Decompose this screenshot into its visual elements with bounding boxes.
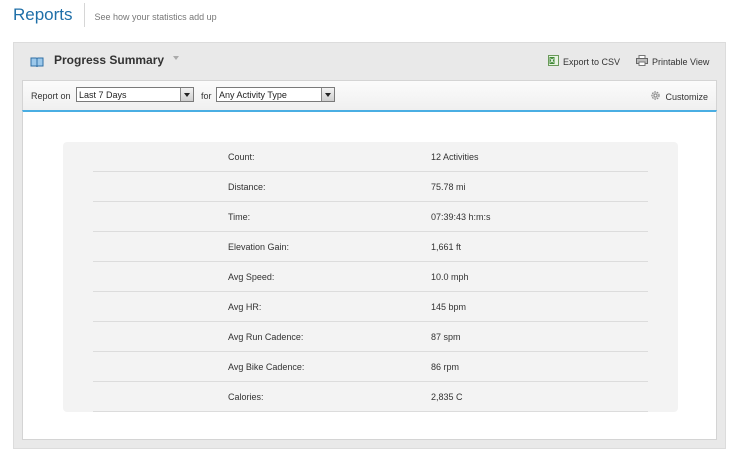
printer-icon <box>636 55 648 68</box>
stat-value: 87 spm <box>431 332 461 342</box>
book-icon <box>30 55 44 68</box>
stat-label: Avg Run Cadence: <box>228 332 304 342</box>
activity-type-value: Any Activity Type <box>219 90 287 100</box>
panel-header: Progress Summary Export to CSV Printable… <box>14 43 725 80</box>
stat-label: Avg HR: <box>228 302 262 312</box>
stat-label: Time: <box>228 212 251 222</box>
excel-icon <box>548 55 559 68</box>
stat-row: Avg HR: 145 bpm <box>93 292 648 322</box>
printable-view-link[interactable]: Printable View <box>636 55 709 68</box>
stats-table: Count: 12 Activities Distance: 75.78 mi … <box>63 142 678 412</box>
stat-row: Distance: 75.78 mi <box>93 172 648 202</box>
stat-value: 1,661 ft <box>431 242 462 252</box>
stat-row: Avg Run Cadence: 87 spm <box>93 322 648 352</box>
customize-button[interactable]: Customize <box>650 90 708 103</box>
stat-value: 75.78 mi <box>431 182 466 192</box>
chevron-down-icon[interactable] <box>173 56 179 60</box>
activity-type-select[interactable]: Any Activity Type <box>216 87 335 102</box>
stat-label: Calories: <box>228 392 264 402</box>
dropdown-arrow-icon[interactable] <box>321 88 334 101</box>
stat-value: 2,835 C <box>431 392 463 402</box>
customize-label: Customize <box>665 91 708 102</box>
stat-value: 07:39:43 h:m:s <box>431 212 491 222</box>
stat-row: Elevation Gain: 1,661 ft <box>93 232 648 262</box>
page-header: Reports See how your statistics add up <box>13 0 217 34</box>
export-csv-link[interactable]: Export to CSV <box>548 55 620 68</box>
report-on-label: Report on <box>31 91 71 101</box>
header-divider <box>83 3 85 27</box>
page-title: Reports <box>13 4 73 24</box>
stat-value: 86 rpm <box>431 362 460 372</box>
stat-row: Count: 12 Activities <box>93 142 648 172</box>
stat-row: Avg Speed: 10.0 mph <box>93 262 648 292</box>
for-label: for <box>201 91 212 101</box>
export-csv-label: Export to CSV <box>563 56 621 67</box>
page-subtitle: See how your statistics add up <box>94 12 217 22</box>
report-content: Count: 12 Activities Distance: 75.78 mi … <box>22 110 717 440</box>
stat-value: 10.0 mph <box>431 272 469 282</box>
gear-icon <box>650 90 661 103</box>
date-range-select[interactable]: Last 7 Days <box>76 87 194 102</box>
stat-row: Calories: 2,835 C <box>93 382 648 412</box>
stat-label: Avg Speed: <box>228 272 275 282</box>
date-range-value: Last 7 Days <box>79 90 127 100</box>
stat-row: Avg Bike Cadence: 86 rpm <box>93 352 648 382</box>
dropdown-arrow-icon[interactable] <box>180 88 193 101</box>
stat-row: Time: 07:39:43 h:m:s <box>93 202 648 232</box>
stat-value: 145 bpm <box>431 302 467 312</box>
report-filter-bar: Report on Last 7 Days for Any Activity T… <box>22 80 717 110</box>
progress-summary-panel: Progress Summary Export to CSV Printable… <box>13 42 726 449</box>
stat-label: Elevation Gain: <box>228 242 290 252</box>
stat-label: Distance: <box>228 182 266 192</box>
stat-value: 12 Activities <box>431 152 479 162</box>
stat-label: Count: <box>228 152 255 162</box>
panel-title[interactable]: Progress Summary <box>54 53 164 67</box>
stat-label: Avg Bike Cadence: <box>228 362 305 372</box>
printable-view-label: Printable View <box>652 56 710 67</box>
